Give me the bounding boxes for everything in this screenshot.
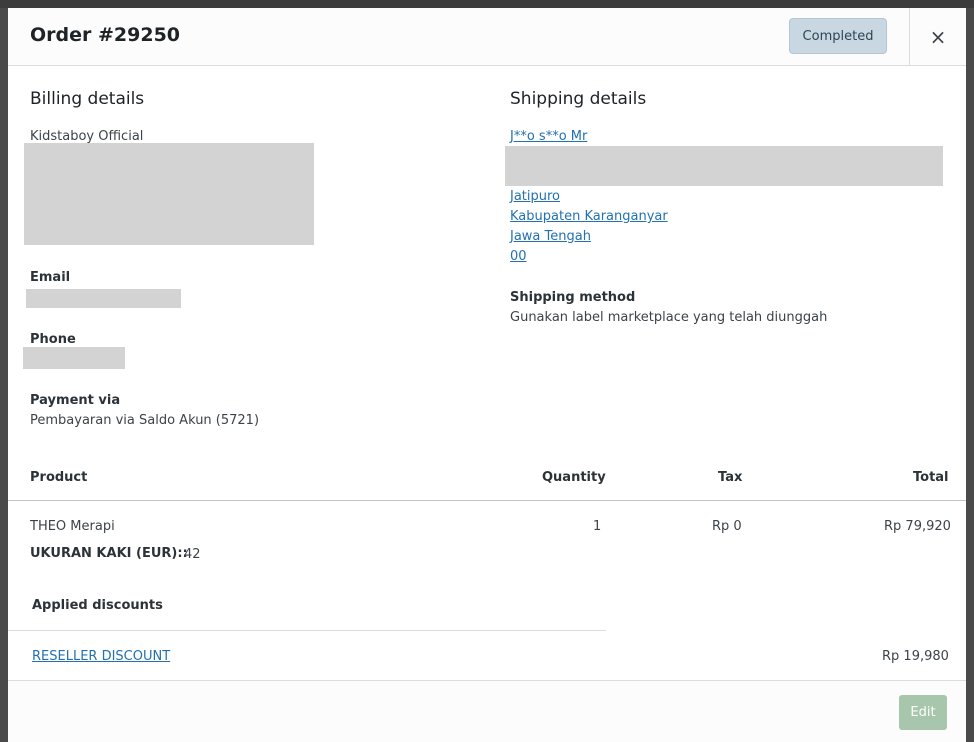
payment-label: Payment via xyxy=(30,393,121,408)
table-header-divider xyxy=(8,500,966,501)
shipping-method-value: Gunakan label marketplace yang telah diu… xyxy=(510,310,828,325)
shipping-address-line[interactable]: Jatipuro xyxy=(510,189,560,204)
item-quantity: 1 xyxy=(593,519,602,534)
modal-header: Order #29250 Completed × xyxy=(8,8,966,66)
email-label: Email xyxy=(30,270,71,285)
backdrop xyxy=(0,0,974,8)
phone-redacted xyxy=(23,347,125,369)
modal-footer xyxy=(8,680,966,742)
discounts-divider xyxy=(8,630,606,631)
close-icon: × xyxy=(929,25,947,49)
status-badge: Completed xyxy=(789,18,887,54)
item-product-name: THEO Merapi xyxy=(30,519,115,534)
applied-discounts-label: Applied discounts xyxy=(32,598,163,613)
item-total: Rp 79,920 xyxy=(884,519,951,534)
payment-value: Pembayaran via Saldo Akun (5721) xyxy=(30,413,260,428)
shipping-address-line[interactable]: Kabupaten Karanganyar xyxy=(510,209,668,224)
edit-button[interactable]: Edit xyxy=(899,695,947,730)
shipping-method-label: Shipping method xyxy=(510,290,636,305)
shipping-details-title: Shipping details xyxy=(510,89,647,109)
close-button[interactable]: × xyxy=(909,8,966,66)
shipping-address-line[interactable]: Jawa Tengah xyxy=(510,229,591,244)
phone-label: Phone xyxy=(30,332,76,347)
order-preview-modal: Order #29250 Completed × Billing details… xyxy=(8,8,966,742)
item-tax: Rp 0 xyxy=(712,519,742,534)
shipping-address-line[interactable]: 00 xyxy=(510,249,527,264)
order-title: Order #29250 xyxy=(30,24,181,46)
item-meta-key: UKURAN KAKI (EUR):: xyxy=(30,546,188,561)
discount-name-link[interactable]: RESELLER DISCOUNT xyxy=(32,649,170,664)
shipping-address-redacted xyxy=(505,146,943,186)
column-header-tax: Tax xyxy=(718,470,743,485)
item-meta-value: 42 xyxy=(184,547,201,562)
column-header-product: Product xyxy=(30,470,88,485)
billing-name: Kidstaboy Official xyxy=(30,129,144,144)
discount-amount: Rp 19,980 xyxy=(882,649,949,664)
billing-address-redacted xyxy=(24,143,314,245)
shipping-name-link[interactable]: J**o s**o Mr xyxy=(510,129,587,144)
email-redacted xyxy=(26,289,181,308)
billing-details-title: Billing details xyxy=(30,89,145,109)
column-header-quantity: Quantity xyxy=(542,470,606,485)
column-header-total: Total xyxy=(913,470,949,485)
